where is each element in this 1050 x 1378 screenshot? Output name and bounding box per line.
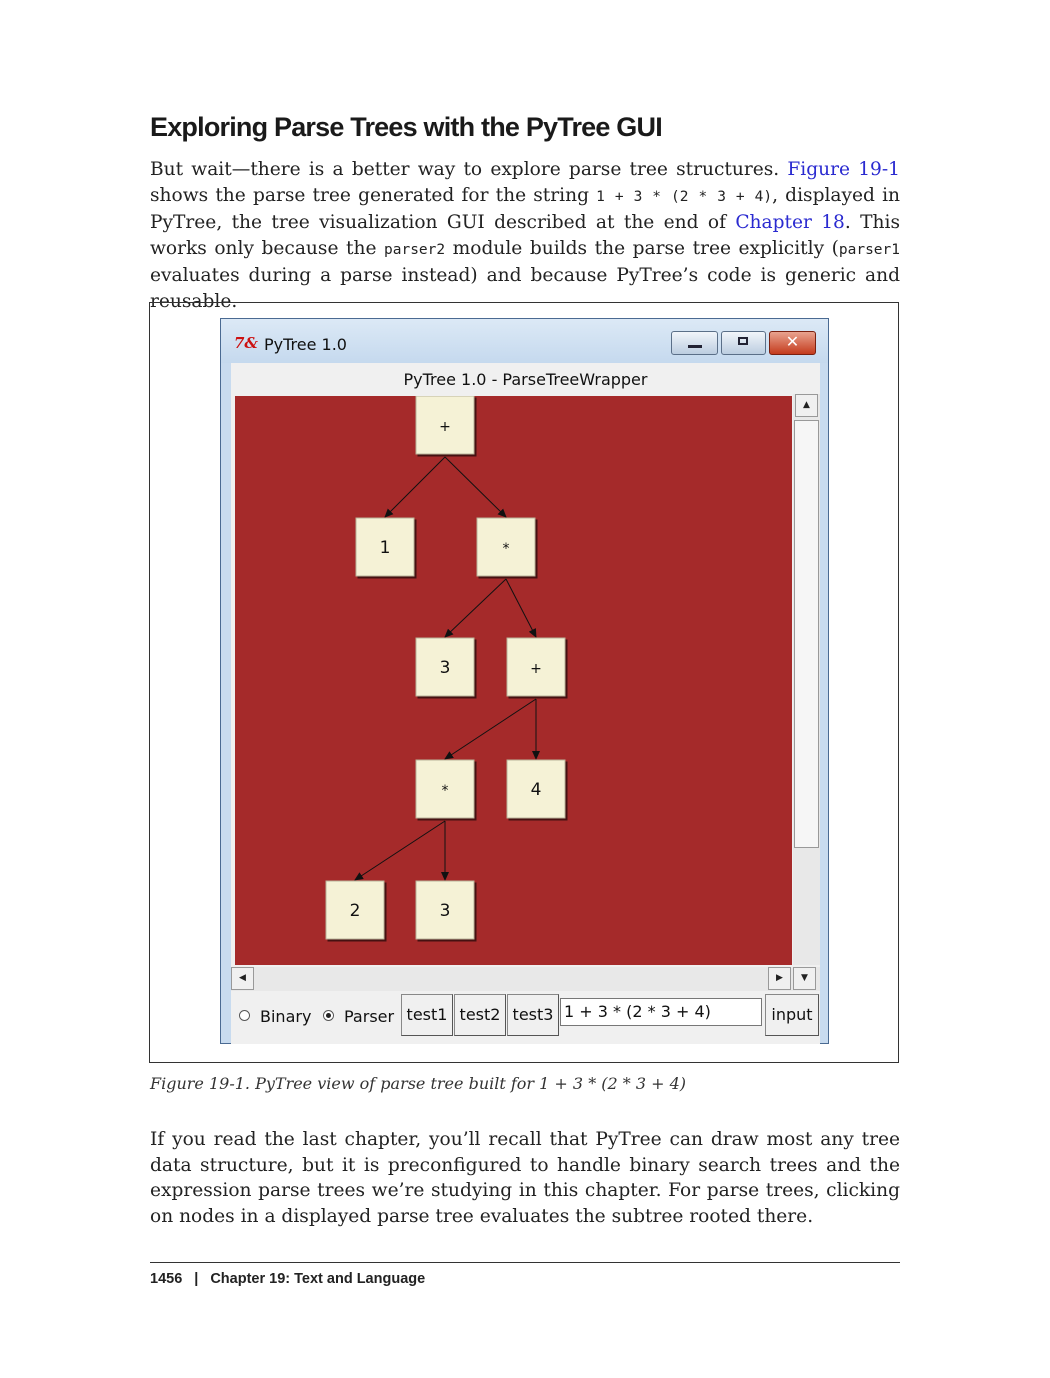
figure-link[interactable]: Figure 19-1 [787, 159, 900, 180]
text-run: But wait—there is a better way to explor… [150, 159, 788, 180]
control-bar: Binary Parser test1 test2 test3 1 + 3 * … [231, 993, 820, 1039]
chapter-title: Chapter 19: Text and Language [210, 1271, 426, 1287]
viewer-subtitle: PyTree 1.0 - ParseTreeWrapper [403, 370, 648, 389]
section-heading: Exploring Parse Trees with the PyTree GU… [150, 112, 663, 142]
body-paragraph: If you read the last chapter, you’ll rec… [150, 1129, 900, 1227]
text-run: shows the parse tree generated for the s… [150, 184, 597, 206]
tree-edge-arrow [444, 578, 507, 638]
tree-node[interactable]: 2 [325, 880, 385, 940]
chapter-link[interactable]: Chapter 18 [735, 212, 845, 233]
page-footer: 1456 | Chapter 19: Text and Language [150, 1271, 425, 1287]
radio-parser-label: Parser [344, 1007, 395, 1026]
tree-node-label: 3 [440, 658, 451, 678]
test1-button[interactable]: test1 [401, 994, 453, 1036]
figure-caption: Figure 19-1. PyTree view of parse tree b… [150, 1074, 687, 1093]
tree-node[interactable]: * [415, 759, 475, 819]
tree-canvas[interactable]: +1 * 3 + * 4 2 3 [235, 396, 792, 965]
expression-input[interactable]: 1 + 3 * (2 * 3 + 4) [560, 998, 762, 1026]
intro-paragraph: But wait—there is a better way to explor… [150, 157, 900, 315]
horizontal-scrollbar[interactable]: ◀ ▶ ▼ [231, 967, 820, 991]
tree-node-label: * [503, 541, 510, 557]
tree-node-label: + [439, 419, 451, 435]
scroll-up-arrow-icon[interactable]: ▲ [795, 394, 818, 417]
close-icon: ✕ [785, 332, 800, 351]
tk-feather-icon: 7& [234, 334, 258, 352]
inline-code: parser1 [838, 241, 900, 258]
tree-node[interactable]: 1 [355, 517, 415, 577]
maximize-icon [738, 337, 748, 345]
tree-node[interactable]: + [415, 396, 475, 455]
tree-node-label: 4 [531, 780, 542, 800]
tree-node[interactable]: * [476, 517, 536, 577]
vertical-scrollbar[interactable]: ▲ [793, 394, 820, 965]
test3-button[interactable]: test3 [507, 994, 559, 1036]
minimize-icon [688, 345, 702, 348]
parse-tree-drawing: +1 * 3 + * 4 2 3 [325, 396, 566, 940]
tree-node-label: * [442, 783, 449, 799]
tree-node[interactable]: 4 [506, 759, 566, 819]
radio-selected-icon [323, 1010, 334, 1021]
tree-node[interactable]: + [506, 637, 566, 697]
tree-node-label: 3 [440, 901, 451, 921]
tree-node-label: + [530, 661, 542, 677]
close-button[interactable]: ✕ [769, 331, 816, 355]
tree-node[interactable]: 3 [415, 880, 475, 940]
vertical-scroll-thumb[interactable] [794, 420, 819, 848]
radio-unselected-icon [239, 1010, 250, 1021]
test2-button[interactable]: test2 [454, 994, 506, 1036]
maximize-button[interactable] [721, 331, 766, 355]
inline-code: 1 + 3 * (2 * 3 + 4) [596, 188, 773, 205]
page-number: 1456 [150, 1271, 183, 1287]
radio-parser[interactable]: Parser [323, 1007, 394, 1026]
tree-node[interactable]: 3 [415, 637, 475, 697]
tree-edge-arrow [444, 456, 507, 518]
title-bar[interactable]: 7& PyTree 1.0 ✕ [221, 319, 828, 363]
window-title: PyTree 1.0 [264, 335, 347, 354]
tree-edge-arrow [505, 578, 537, 638]
radio-binary-label: Binary [260, 1007, 312, 1026]
text-run: module builds the parse tree explicitly … [445, 237, 839, 259]
tree-edge-arrow [444, 698, 537, 760]
tree-node-label: 2 [350, 901, 361, 921]
scroll-down-arrow-icon[interactable]: ▼ [793, 967, 816, 990]
inline-code: parser2 [384, 241, 446, 258]
tree-edge-arrow [384, 456, 446, 518]
input-button[interactable]: input [765, 994, 819, 1036]
pytree-window: 7& PyTree 1.0 ✕ PyTree 1.0 - ParseTreeWr… [220, 318, 829, 1044]
minimize-button[interactable] [671, 331, 718, 355]
window-client-area: PyTree 1.0 - ParseTreeWrapper +1 * 3 + * 4 2 3 … [231, 363, 820, 1044]
tree-node-label: 1 [380, 538, 391, 558]
footer-separator: | [194, 1271, 199, 1287]
footer-divider [150, 1262, 900, 1263]
scroll-right-arrow-icon[interactable]: ▶ [768, 967, 791, 990]
tree-edge-arrow [354, 820, 446, 881]
radio-binary[interactable]: Binary [239, 1007, 311, 1026]
scroll-left-arrow-icon[interactable]: ◀ [231, 967, 254, 990]
